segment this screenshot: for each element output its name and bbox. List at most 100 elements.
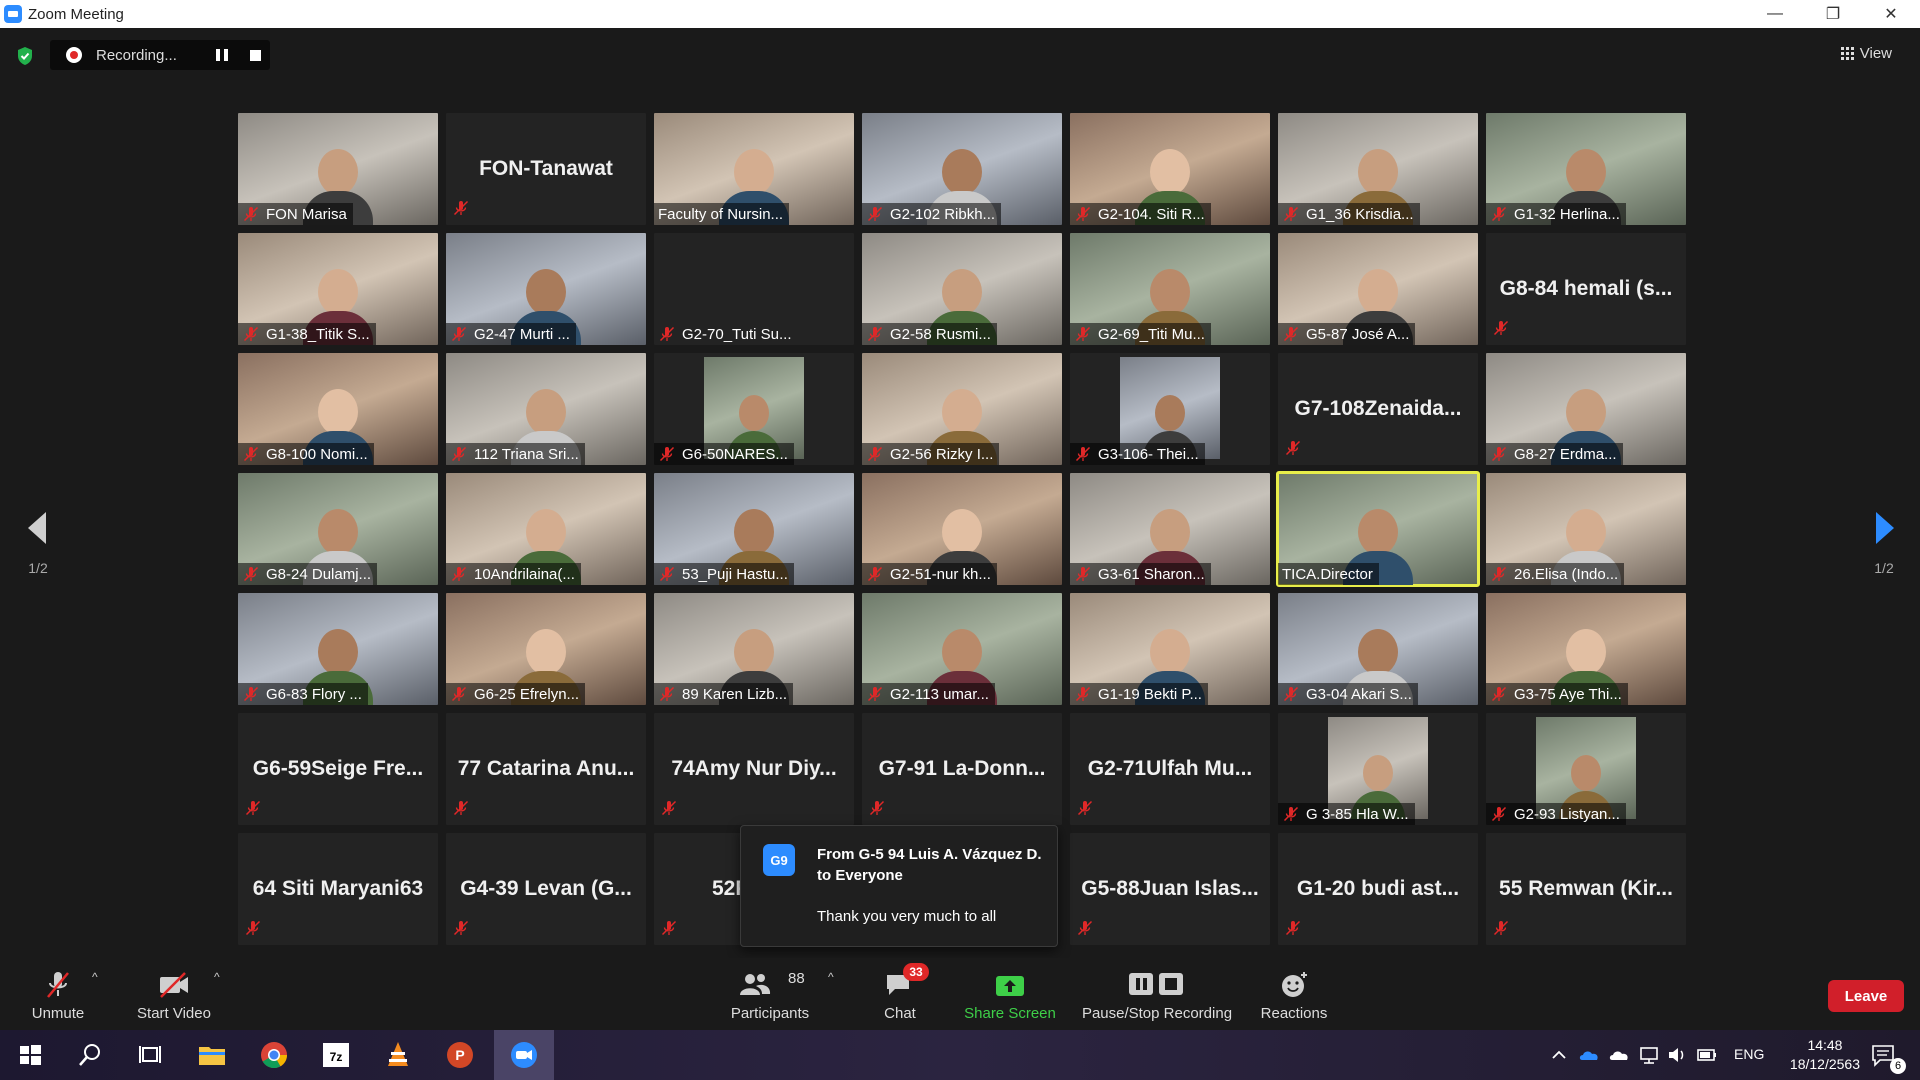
minimize-button[interactable]: — [1746, 0, 1804, 28]
participant-tile[interactable]: G1-38_Titik S... [238, 233, 438, 345]
stop-recording-icon[interactable] [250, 50, 261, 61]
file-explorer-icon[interactable] [196, 1039, 228, 1071]
participant-tile[interactable]: G2-70_Tuti Su... [654, 233, 854, 345]
show-hidden-icons-chevron-icon[interactable] [1548, 1044, 1570, 1066]
participant-tile[interactable]: G6-83 Flory ... [238, 593, 438, 705]
previous-page-arrow-icon[interactable] [22, 508, 52, 548]
participant-tile[interactable]: G3-04 Akari S... [1278, 593, 1478, 705]
close-button[interactable]: ✕ [1862, 0, 1920, 28]
video-options-chevron-icon[interactable]: ^ [214, 970, 220, 984]
participant-tile[interactable]: G2-47 Murti ... [446, 233, 646, 345]
muted-microphone-icon [243, 566, 259, 582]
onedrive-icon[interactable] [1578, 1044, 1600, 1066]
share-screen-button[interactable]: Share Screen [960, 958, 1060, 1030]
audio-options-chevron-icon[interactable]: ^ [92, 970, 98, 984]
page-indicator-right: 1/2 [1874, 560, 1894, 576]
participant-name-display: G8-84 hemali (s... [1486, 233, 1686, 345]
participant-tile[interactable]: G1-19 Bekti P... [1070, 593, 1270, 705]
reactions-button[interactable]: Reactions [1252, 958, 1336, 1030]
participant-tile[interactable]: 77 Catarina Anu... [446, 713, 646, 825]
participant-tile[interactable]: G2-113 umar... [862, 593, 1062, 705]
participant-tile[interactable]: G2-104. Siti R... [1070, 113, 1270, 225]
windows-start-icon[interactable] [14, 1039, 46, 1071]
participant-tile[interactable]: 112 Triana Sri... [446, 353, 646, 465]
encryption-shield-icon[interactable] [16, 46, 34, 66]
battery-icon[interactable] [1696, 1044, 1718, 1066]
participant-tile[interactable]: FON-Tanawat [446, 113, 646, 225]
participants-button[interactable]: 88 Participants [720, 958, 820, 1030]
pause-stop-recording-button[interactable]: Pause/Stop Recording [1080, 958, 1234, 1030]
participant-tile[interactable]: G8-24 Dulamj... [238, 473, 438, 585]
7zip-icon[interactable]: 7z [320, 1039, 352, 1071]
participant-name: G5-87 José A... [1306, 325, 1410, 343]
next-page-arrow-icon[interactable] [1870, 508, 1900, 548]
network-icon[interactable] [1638, 1044, 1660, 1066]
muted-microphone-icon [867, 566, 883, 582]
participant-mute-status [1492, 920, 1516, 941]
participant-tile[interactable]: 26.Elisa (Indo... [1486, 473, 1686, 585]
participant-name-display: G7-91 La-Donn... [862, 713, 1062, 825]
participant-tile[interactable]: G 3-85 Hla W... [1278, 713, 1478, 825]
participant-tile[interactable]: 10Andrilaina(... [446, 473, 646, 585]
leave-meeting-button[interactable]: Leave [1828, 980, 1904, 1012]
participant-tile[interactable]: G2-93 Listyan... [1486, 713, 1686, 825]
volume-icon[interactable] [1666, 1044, 1688, 1066]
participant-mute-status [452, 920, 476, 941]
participant-tile[interactable]: G1_36 Krisdia... [1278, 113, 1478, 225]
participant-tile[interactable]: G6-25 Efrelyn... [446, 593, 646, 705]
participant-tile[interactable]: 64 Siti Maryani63 [238, 833, 438, 945]
task-view-icon[interactable] [134, 1039, 166, 1071]
participant-tile[interactable]: 74Amy Nur Diy... [654, 713, 854, 825]
participant-tile[interactable]: G8-27 Erdma... [1486, 353, 1686, 465]
participant-tile[interactable]: G3-61 Sharon... [1070, 473, 1270, 585]
muted-microphone-icon [245, 800, 261, 816]
participant-tile[interactable]: G2-58 Rusmi... [862, 233, 1062, 345]
chat-notification-popup[interactable]: G9 From G-5 94 Luis A. Vázquez D. to Eve… [740, 825, 1058, 947]
participant-tile[interactable]: G1-32 Herlina... [1486, 113, 1686, 225]
chat-unread-badge: 33 [903, 963, 929, 981]
unmute-button[interactable]: Unmute [22, 958, 94, 1030]
start-video-button[interactable]: Start Video [132, 958, 216, 1030]
participant-tile[interactable]: G2-69_Titi Mu... [1070, 233, 1270, 345]
participant-tile[interactable]: 89 Karen Lizb... [654, 593, 854, 705]
participant-mute-status [452, 800, 476, 821]
participant-tile[interactable]: Faculty of Nursin... [654, 113, 854, 225]
participant-tile[interactable]: G1-20 budi ast... [1278, 833, 1478, 945]
participants-options-chevron-icon[interactable]: ^ [828, 970, 834, 984]
participant-tile[interactable]: G2-102 Ribkh... [862, 113, 1062, 225]
pause-recording-icon[interactable] [216, 49, 228, 61]
participant-tile[interactable]: G2-56 Rizky I... [862, 353, 1062, 465]
participant-tile[interactable]: G6-59Seige Fre... [238, 713, 438, 825]
participant-name: G8-100 Nomi... [266, 445, 368, 463]
chrome-icon[interactable] [258, 1039, 290, 1071]
search-icon[interactable] [74, 1039, 106, 1071]
taskbar-clock[interactable]: 14:48 18/12/2563 [1790, 1036, 1860, 1074]
participant-tile[interactable]: G2-71Ulfah Mu... [1070, 713, 1270, 825]
vlc-icon[interactable] [382, 1039, 414, 1071]
participant-tile[interactable]: G8-84 hemali (s... [1486, 233, 1686, 345]
participant-tile[interactable]: G3-75 Aye Thi... [1486, 593, 1686, 705]
participant-tile[interactable]: G7-108Zenaida... [1278, 353, 1478, 465]
participant-tile[interactable]: G3-106- Thei... [1070, 353, 1270, 465]
participant-tile[interactable]: G7-91 La-Donn... [862, 713, 1062, 825]
participant-tile[interactable]: G4-39 Levan (G... [446, 833, 646, 945]
onedrive-sync-icon[interactable] [1608, 1044, 1630, 1066]
participant-tile[interactable]: G8-100 Nomi... [238, 353, 438, 465]
restore-button[interactable]: ❐ [1804, 0, 1862, 28]
participant-tile[interactable]: TICA.Director [1276, 471, 1480, 587]
chat-button[interactable]: 33 Chat [870, 958, 930, 1030]
input-language[interactable]: ENG [1734, 1046, 1764, 1062]
participant-tile[interactable]: G5-88Juan Islas... [1070, 833, 1270, 945]
zoom-taskbar-icon[interactable] [508, 1039, 540, 1071]
participant-tile[interactable]: G2-51-nur kh... [862, 473, 1062, 585]
participant-tile[interactable]: G5-87 José A... [1278, 233, 1478, 345]
muted-microphone-icon [451, 566, 467, 582]
participant-name-display: G5-88Juan Islas... [1070, 833, 1270, 945]
participant-tile[interactable]: 55 Remwan (Kir... [1486, 833, 1686, 945]
powerpoint-icon[interactable]: P [444, 1039, 476, 1071]
participant-tile[interactable]: G6-50NARES... [654, 353, 854, 465]
participant-tile[interactable]: 53_Puji Hastu... [654, 473, 854, 585]
view-button[interactable]: View [1831, 40, 1902, 66]
participant-tile[interactable]: FON Marisa [238, 113, 438, 225]
video-off-icon [160, 972, 188, 998]
